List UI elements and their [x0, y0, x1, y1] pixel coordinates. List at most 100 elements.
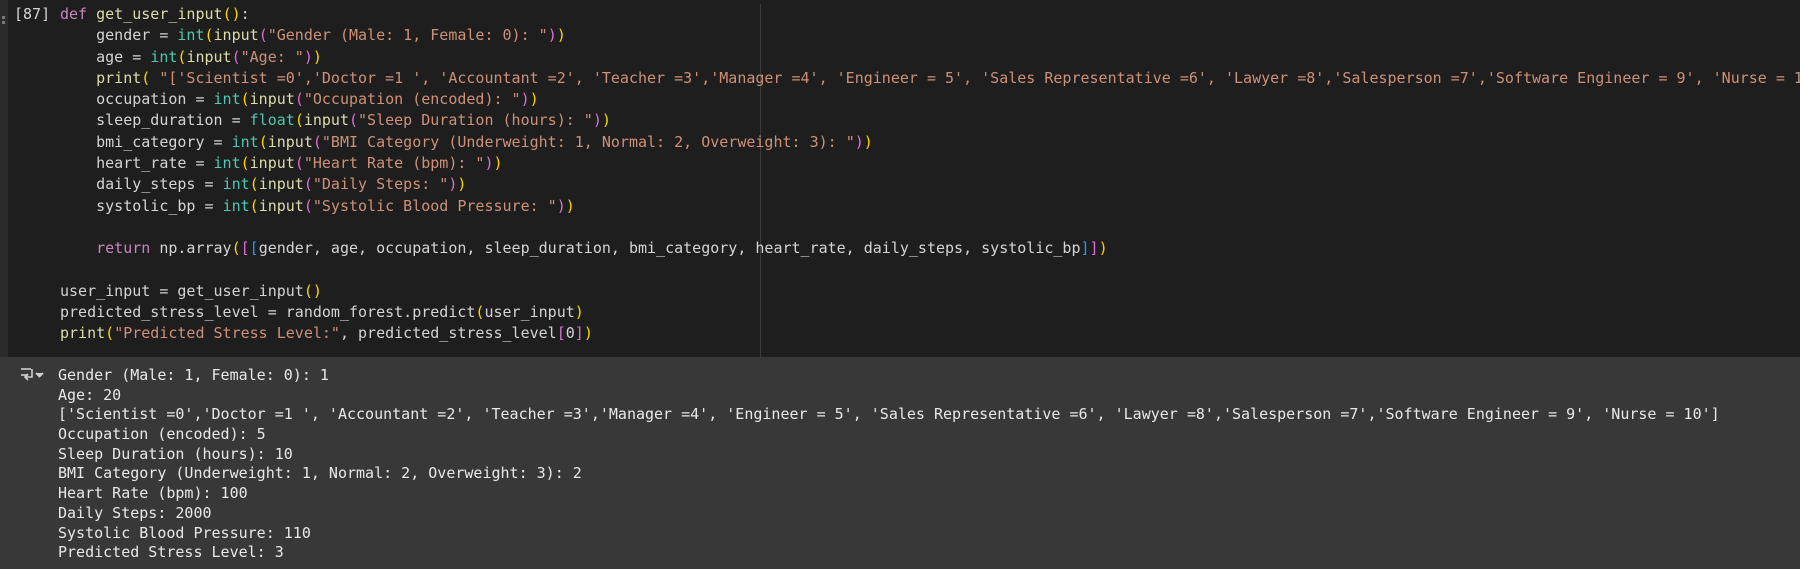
code-token: ( — [204, 26, 214, 45]
code-token: user_input — [484, 303, 575, 322]
output-line: Sleep Duration (hours): 10 — [58, 444, 293, 463]
code-line: def get_user_input(): — [60, 4, 1800, 25]
code-token: 0 — [565, 324, 575, 343]
output-line: Age: 20 — [58, 385, 122, 404]
output-line: Occupation (encoded): 5 — [58, 425, 266, 444]
code-token: user_input = get_user_input — [60, 281, 304, 300]
code-line: heart_rate = int(input("Heart Rate (bpm)… — [60, 153, 1800, 174]
code-token: "Daily Steps: " — [312, 175, 449, 194]
code-token: sleep_duration = — [60, 111, 250, 130]
code-line: predicted_stress_level = random_forest.p… — [60, 302, 1800, 323]
code-token: ( — [258, 26, 268, 45]
code-token: ( — [258, 132, 268, 151]
code-line: age = int(input("Age: ")) — [60, 47, 1800, 68]
code-token: input — [303, 111, 349, 130]
output-text: Gender (Male: 1, Female: 0): 1 Age: 20 ['S… — [58, 366, 1720, 563]
code-token: "Heart Rate (bpm): " — [303, 154, 485, 173]
code-token: [ — [556, 324, 566, 343]
code-token: : — [240, 5, 250, 23]
code-token: input — [186, 47, 232, 66]
cell-output: Gender (Male: 1, Female: 0): 1 Age: 20 ['S… — [0, 357, 1800, 569]
output-line: Predicted Stress Level: 3 — [58, 543, 284, 562]
code-token: ( — [231, 239, 241, 258]
code-token: [ — [249, 239, 259, 258]
code-token: get_user_input — [96, 5, 223, 23]
code-token: ) — [529, 90, 539, 109]
code-token: ( — [303, 196, 313, 215]
code-token: ( — [105, 324, 115, 343]
code-token: print — [60, 324, 106, 343]
code-token: int — [177, 26, 205, 45]
code-token: "Gender (Male: 1, Female: 0): " — [267, 26, 548, 45]
code-token: ( — [294, 154, 304, 173]
code-cell[interactable]: [87] def get_user_input(): gender = int(… — [8, 0, 1800, 357]
code-token: def — [60, 5, 97, 23]
code-token: age = — [60, 47, 151, 66]
code-token: ) — [303, 47, 313, 66]
code-token: ( — [294, 90, 304, 109]
code-line: user_input = get_user_input() — [60, 281, 1800, 302]
code-token: daily_steps = — [60, 175, 223, 194]
code-token: input — [258, 175, 304, 194]
code-token: ) — [601, 111, 611, 130]
code-token: ) — [312, 281, 322, 300]
code-token: ( — [141, 68, 160, 87]
code-token: ( — [249, 196, 259, 215]
code-token: ( — [303, 281, 313, 300]
code-token: systolic_bp = — [60, 196, 223, 215]
gutter-handle-dot — [2, 21, 5, 24]
code-token: int — [150, 47, 178, 66]
code-line: print( "['Scientist =0','Doctor =1 ', 'A… — [60, 68, 1800, 89]
code-line: daily_steps = int(input("Daily Steps: ")… — [60, 174, 1800, 195]
code-token: ) — [583, 324, 593, 343]
code-token: bmi_category = — [60, 132, 232, 151]
code-line: sleep_duration = float(input("Sleep Dura… — [60, 110, 1800, 131]
code-token: "Occupation (encoded): " — [303, 90, 521, 109]
code-token: gender = — [60, 26, 178, 45]
code-line: occupation = int(input("Occupation (enco… — [60, 89, 1800, 110]
code-token: input — [249, 154, 295, 173]
output-line: Gender (Male: 1, Female: 0): 1 — [58, 366, 329, 384]
output-line: BMI Category (Underweight: 1, Normal: 2,… — [58, 464, 582, 483]
code-token: ) — [565, 196, 575, 215]
code-token: int — [231, 132, 259, 151]
code-token: ] — [1089, 239, 1099, 258]
code-token: input — [213, 26, 259, 45]
code-token: ) — [592, 111, 602, 130]
code-token: "BMI Category (Underweight: 1, Normal: 2… — [321, 132, 855, 151]
code-token: ) — [1098, 239, 1108, 258]
code-line: bmi_category = int(input("BMI Category (… — [60, 132, 1800, 153]
code-token: "Predicted Stress Level:" — [114, 324, 340, 343]
code-line: return np.array([[gender, age, occupatio… — [60, 238, 1800, 259]
code-token: ( — [294, 111, 304, 130]
code-token: ) — [556, 196, 566, 215]
output-line: Daily Steps: 2000 — [58, 503, 212, 522]
code-token: ( — [312, 132, 322, 151]
code-token: ) — [457, 175, 467, 194]
code-editor[interactable]: def get_user_input(): gender = int(input… — [60, 4, 1800, 345]
code-token: np.array — [150, 239, 232, 258]
code-token: ( — [240, 154, 250, 173]
notebook-page: [87] def get_user_input(): gender = int(… — [0, 0, 1800, 569]
code-token: ) — [520, 90, 530, 109]
code-token: print — [96, 68, 142, 87]
code-token: ] — [574, 324, 584, 343]
code-token: ( — [231, 47, 241, 66]
code-token: int — [213, 90, 241, 109]
output-collapse-icon[interactable] — [19, 366, 45, 384]
code-token: heart_rate = — [60, 154, 214, 173]
code-token: ) — [574, 303, 584, 322]
code-line: gender = int(input("Gender (Male: 1, Fem… — [60, 25, 1800, 46]
code-token: ) — [484, 154, 494, 173]
code-token: occupation = — [60, 90, 214, 109]
code-token: return — [96, 239, 151, 258]
cell-gutter[interactable] — [0, 0, 8, 357]
code-token: ) — [854, 132, 864, 151]
code-token: , predicted_stress_level — [339, 324, 557, 343]
code-token: ( — [349, 111, 359, 130]
code-token: int — [222, 175, 250, 194]
code-token: int — [222, 196, 250, 215]
code-token: int — [213, 154, 241, 173]
